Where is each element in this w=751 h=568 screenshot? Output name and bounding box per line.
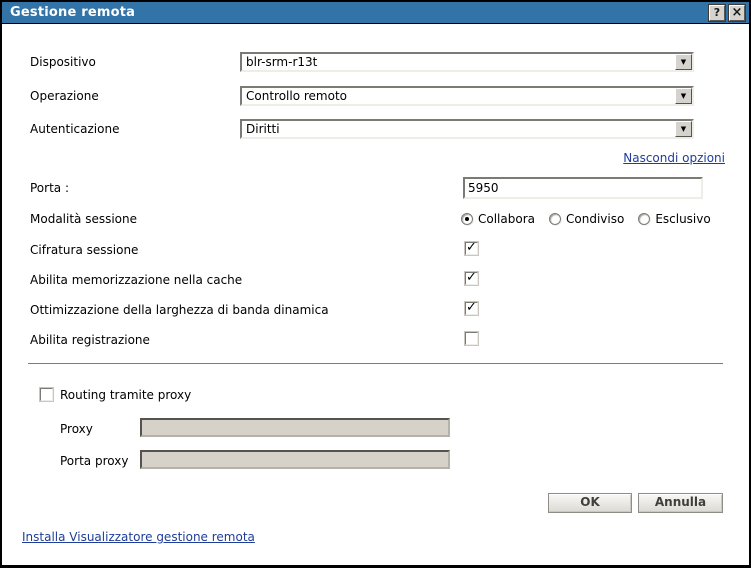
proxy-port-label: Porta proxy <box>60 454 128 468</box>
window-title: Gestione remota <box>10 5 705 20</box>
enable-logging-label: Abilita registrazione <box>30 333 150 347</box>
session-mode-option-esclusivo[interactable]: Esclusivo <box>638 212 710 226</box>
device-dropdown[interactable]: blr-srm-r13t ▼ <box>240 52 694 72</box>
install-viewer-link[interactable]: Installa Visualizzatore gestione remota <box>22 530 255 544</box>
session-encryption-checkbox[interactable] <box>465 242 478 255</box>
radio-condiviso-label: Condiviso <box>566 212 624 226</box>
chevron-down-icon[interactable]: ▼ <box>675 121 692 137</box>
titlebar: Gestione remota ? × <box>2 2 749 24</box>
device-label: Dispositivo <box>30 55 96 69</box>
dialog-body: Dispositivo blr-srm-r13t ▼ Operazione Co… <box>2 24 749 564</box>
port-label: Porta : <box>30 181 69 195</box>
enable-logging-checkbox[interactable] <box>465 332 478 345</box>
proxy-input <box>140 418 450 437</box>
proxy-port-input <box>140 450 450 469</box>
session-mode-option-collabora[interactable]: Collabora <box>461 212 535 226</box>
operation-dropdown-value: Controllo remoto <box>242 89 675 103</box>
hide-options-link[interactable]: Nascondi opzioni <box>623 151 725 165</box>
bandwidth-optimization-checkbox[interactable] <box>465 302 478 315</box>
session-mode-radio-group: Collabora Condiviso Esclusivo <box>461 211 711 227</box>
operation-label: Operazione <box>30 89 99 103</box>
radio-esclusivo-label: Esclusivo <box>655 212 710 226</box>
chevron-down-icon[interactable]: ▼ <box>675 54 692 70</box>
proxy-routing-label: Routing tramite proxy <box>60 388 191 402</box>
proxy-label: Proxy <box>60 422 93 436</box>
chevron-down-icon[interactable]: ▼ <box>675 88 692 104</box>
authentication-dropdown[interactable]: Diritti ▼ <box>240 119 694 139</box>
session-mode-option-condiviso[interactable]: Condiviso <box>549 212 624 226</box>
session-mode-label: Modalità sessione <box>30 212 137 226</box>
close-icon[interactable]: × <box>729 5 745 21</box>
cancel-button[interactable]: Annulla <box>638 493 723 513</box>
proxy-routing-checkbox[interactable] <box>40 388 53 401</box>
bandwidth-optimization-label: Ottimizzazione della larghezza di banda … <box>30 303 329 317</box>
radio-condiviso[interactable] <box>549 213 561 225</box>
authentication-label: Autenticazione <box>30 122 119 136</box>
remote-management-dialog: Gestione remota ? × Dispositivo blr-srm-… <box>0 0 751 568</box>
help-icon[interactable]: ? <box>709 5 725 21</box>
radio-esclusivo[interactable] <box>638 213 650 225</box>
port-input[interactable] <box>463 177 703 199</box>
section-divider <box>28 363 723 365</box>
operation-dropdown[interactable]: Controllo remoto ▼ <box>240 86 694 106</box>
session-encryption-label: Cifratura sessione <box>30 243 138 257</box>
ok-button[interactable]: OK <box>548 493 632 513</box>
radio-collabora-label: Collabora <box>478 212 535 226</box>
authentication-dropdown-value: Diritti <box>242 122 675 136</box>
proxy-routing-row[interactable]: Routing tramite proxy <box>40 387 191 402</box>
device-dropdown-value: blr-srm-r13t <box>242 55 675 69</box>
radio-collabora[interactable] <box>461 213 473 225</box>
enable-caching-checkbox[interactable] <box>465 272 478 285</box>
enable-caching-label: Abilita memorizzazione nella cache <box>30 273 242 287</box>
